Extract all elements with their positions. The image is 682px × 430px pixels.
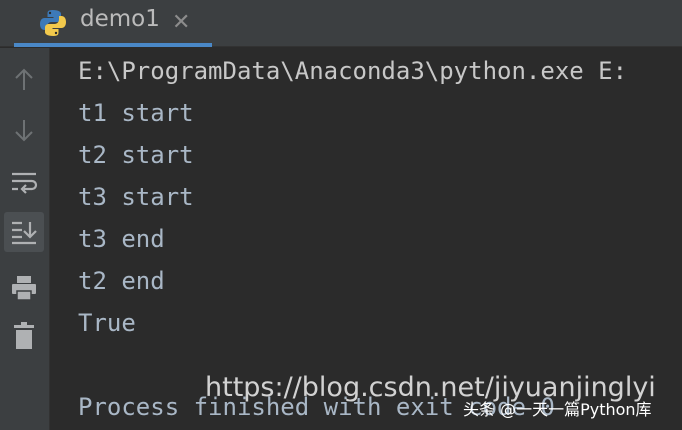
- console-line: t2 start: [78, 141, 194, 169]
- active-tab-indicator: [14, 43, 212, 47]
- soft-wrap-icon[interactable]: [4, 162, 44, 202]
- console-line: True: [78, 309, 136, 337]
- console-line: E:\ProgramData\Anaconda3\python.exe E:: [78, 57, 628, 85]
- up-arrow-icon[interactable]: [4, 60, 44, 100]
- watermark-credit: 头条 @一天一篇Python库: [463, 400, 652, 419]
- scroll-to-end-icon[interactable]: [4, 212, 44, 252]
- console-line: t2 end: [78, 267, 165, 295]
- console-line: t3 start: [78, 183, 194, 211]
- console-line: t3 end: [78, 225, 165, 253]
- console-line: t1 start: [78, 99, 194, 127]
- tab-title: demo1: [80, 6, 160, 32]
- close-icon[interactable]: ✕: [172, 8, 190, 38]
- tab-demo1[interactable]: demo1 ✕: [0, 0, 212, 47]
- print-icon[interactable]: [4, 268, 44, 308]
- run-toolbar: [0, 48, 50, 430]
- trash-icon[interactable]: [4, 316, 44, 356]
- python-icon: [40, 10, 66, 36]
- down-arrow-icon[interactable]: [4, 110, 44, 150]
- editor-tab-bar: demo1 ✕: [0, 0, 682, 47]
